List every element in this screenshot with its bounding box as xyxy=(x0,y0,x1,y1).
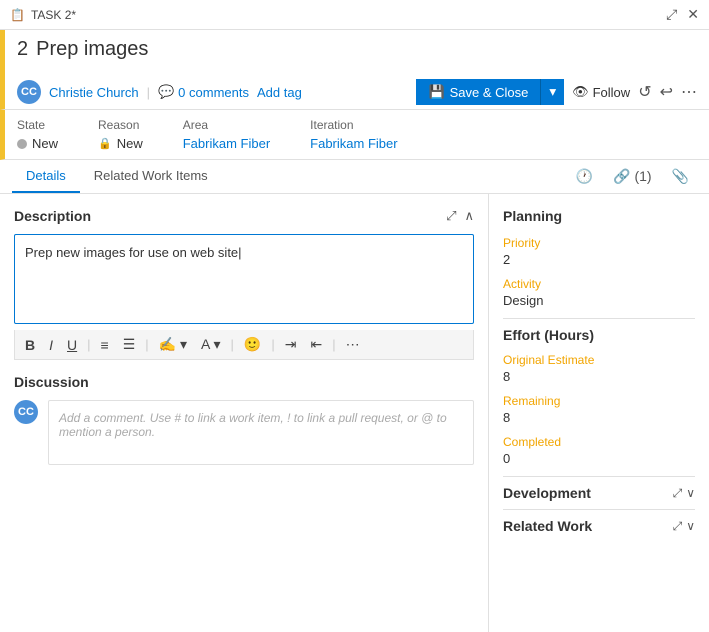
iteration-field: Iteration Fabrikam Fiber xyxy=(310,118,397,151)
area-label: Area xyxy=(183,118,270,132)
completed-label: Completed xyxy=(503,435,695,449)
title-row: 2 Prep images xyxy=(17,38,697,61)
development-divider xyxy=(503,476,695,477)
font-color-button[interactable]: A ▾ xyxy=(197,334,225,355)
collapse-button[interactable]: ⤢ xyxy=(666,6,677,23)
description-section-title: Description ⤢ ∧ xyxy=(14,208,474,224)
state-value: New xyxy=(32,136,58,151)
comments-button[interactable]: 💬 0 comments xyxy=(158,84,249,100)
state-field: State New xyxy=(17,118,58,151)
attach-icon-tab[interactable]: 📎 xyxy=(664,164,697,189)
area-field: Area Fabrikam Fiber xyxy=(183,118,270,151)
user-name[interactable]: Christie Church xyxy=(49,85,139,100)
reason-value: New xyxy=(117,136,143,151)
outdent-button[interactable]: ⇤ xyxy=(306,334,326,355)
align-button[interactable]: ≡ xyxy=(97,335,113,355)
tab-related[interactable]: Related Work Items xyxy=(80,160,222,193)
emoji-button[interactable]: 🙂 xyxy=(240,334,265,355)
underline-button[interactable]: U xyxy=(63,335,81,355)
comment-input[interactable]: Add a comment. Use # to link a work item… xyxy=(48,400,474,465)
task-icon: 📋 xyxy=(10,8,25,22)
remaining-value: 8 xyxy=(503,410,695,425)
italic-button[interactable]: I xyxy=(45,335,57,355)
development-row[interactable]: Development ⤢ ∨ xyxy=(503,485,695,501)
follow-button[interactable]: 👁 Follow xyxy=(572,84,630,100)
priority-value: 2 xyxy=(503,252,695,267)
tab-icons: 🕐 🔗 (1) 📎 xyxy=(568,164,697,189)
discussion-section-title: Discussion xyxy=(14,374,474,390)
save-close-button[interactable]: 💾 Save & Close xyxy=(416,79,540,105)
related-work-chevron-icon: ∨ xyxy=(686,519,695,533)
iteration-label: Iteration xyxy=(310,118,397,132)
tabs: Details Related Work Items 🕐 🔗 (1) 📎 xyxy=(0,160,709,194)
effort-divider xyxy=(503,318,695,319)
description-expand-icon[interactable]: ⤢ xyxy=(446,208,456,224)
right-panel: Planning Priority 2 Activity Design Effo… xyxy=(489,194,709,632)
workitem-title: Prep images xyxy=(36,38,148,61)
activity-label: Activity xyxy=(503,277,695,291)
title-bar-left: 📋 TASK 2* xyxy=(10,8,76,22)
history-icon-tab[interactable]: 🕐 xyxy=(568,164,601,189)
more-format-button[interactable]: ⋯ xyxy=(342,334,364,355)
save-close-group: 💾 Save & Close ▾ xyxy=(416,79,564,105)
priority-label: Priority xyxy=(503,236,695,250)
more-button[interactable]: ⋯ xyxy=(681,82,697,102)
state-dot xyxy=(17,139,27,149)
refresh-button[interactable]: ↺ xyxy=(638,82,651,102)
related-work-divider xyxy=(503,509,695,510)
planning-title: Planning xyxy=(503,208,695,224)
discussion-avatar: CC xyxy=(14,400,38,424)
remaining-label: Remaining xyxy=(503,394,695,408)
title-bar-label: TASK 2* xyxy=(31,8,76,22)
development-title: Development xyxy=(503,485,591,501)
development-chevron-icon: ∨ xyxy=(686,486,695,500)
left-panel: Description ⤢ ∧ Prep new images for use … xyxy=(0,194,489,632)
comments-icon: 💬 xyxy=(158,84,174,100)
completed-value: 0 xyxy=(503,451,695,466)
related-work-row[interactable]: Related Work ⤢ ∨ xyxy=(503,518,695,534)
lock-icon: 🔒 xyxy=(98,137,112,150)
links-icon-tab[interactable]: 🔗 (1) xyxy=(605,164,659,189)
activity-value: Design xyxy=(503,293,695,308)
development-expand-icon[interactable]: ⤢ xyxy=(673,486,683,501)
save-icon: 💾 xyxy=(428,84,444,100)
list-button[interactable]: ☰ xyxy=(119,334,140,355)
description-collapse-icon[interactable]: ∧ xyxy=(464,208,474,224)
related-work-title: Related Work xyxy=(503,518,592,534)
close-button[interactable]: ✕ xyxy=(687,6,699,23)
avatar: CC xyxy=(17,80,41,104)
save-close-dropdown[interactable]: ▾ xyxy=(540,79,564,105)
description-toolbar: B I U | ≡ ☰ | ✍ ▾ A ▾ | 🙂 | ⇥ ⇤ | ⋯ xyxy=(14,330,474,360)
iteration-value: Fabrikam Fiber xyxy=(310,136,397,151)
area-value: Fabrikam Fiber xyxy=(183,136,270,151)
toolbar: CC Christie Church | 💬 0 comments Add ta… xyxy=(0,75,709,110)
follow-icon: 👁 xyxy=(572,84,589,100)
highlight-button[interactable]: ✍ ▾ xyxy=(155,334,191,355)
original-estimate-label: Original Estimate xyxy=(503,353,695,367)
related-work-expand-icon[interactable]: ⤢ xyxy=(673,519,683,534)
description-editor[interactable]: Prep new images for use on web site| xyxy=(14,234,474,324)
undo-button[interactable]: ↩ xyxy=(660,82,673,102)
title-bar: 📋 TASK 2* ⤢ ✕ xyxy=(0,0,709,30)
add-tag-button[interactable]: Add tag xyxy=(257,85,302,100)
main-content: Description ⤢ ∧ Prep new images for use … xyxy=(0,194,709,632)
original-estimate-value: 8 xyxy=(503,369,695,384)
bold-button[interactable]: B xyxy=(21,335,39,355)
state-label: State xyxy=(17,118,58,132)
workitem-id: 2 xyxy=(17,38,28,61)
tab-details[interactable]: Details xyxy=(12,160,80,193)
reason-label: Reason xyxy=(98,118,143,132)
discussion-row: CC Add a comment. Use # to link a work i… xyxy=(14,400,474,465)
effort-title: Effort (Hours) xyxy=(503,327,695,343)
workitem-header: 2 Prep images xyxy=(0,30,709,75)
indent-button[interactable]: ⇥ xyxy=(281,334,301,355)
title-bar-right: ⤢ ✕ xyxy=(666,6,699,23)
fields-row: State New Reason 🔒 New Area Fabrikam Fib… xyxy=(0,110,709,160)
reason-field: Reason 🔒 New xyxy=(98,118,143,151)
